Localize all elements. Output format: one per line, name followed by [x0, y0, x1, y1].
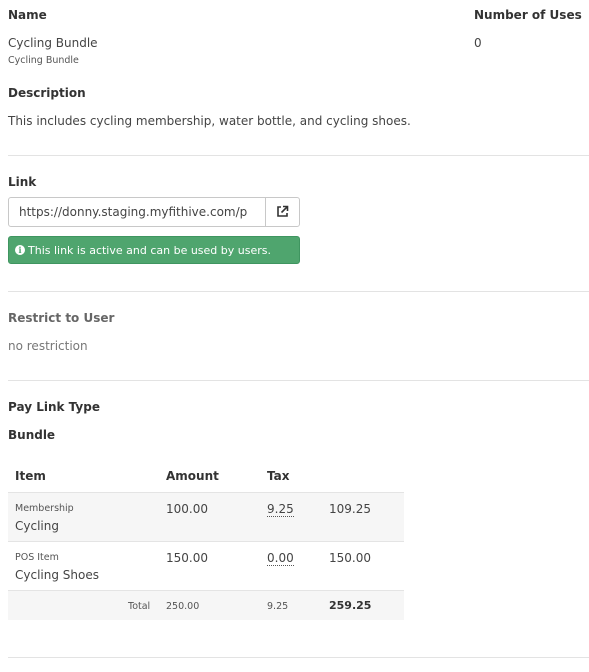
item-total: 109.25 [329, 502, 371, 516]
item-tax[interactable]: 9.25 [267, 502, 294, 517]
number-of-uses-value: 0 [474, 36, 482, 50]
open-link-button[interactable] [265, 198, 299, 226]
divider [8, 291, 589, 292]
restrict-to-user-label: Restrict to User [8, 311, 115, 325]
total-amount: 250.00 [166, 601, 200, 612]
restrict-to-user-value: no restriction [8, 339, 88, 353]
item-category: Membership [15, 503, 74, 514]
table-row: Membership Cycling 100.00 9.25 109.25 [8, 492, 404, 541]
link-input-group [8, 197, 300, 227]
table-footer-row: Total 250.00 9.25 259.25 [8, 590, 404, 620]
link-url-input[interactable] [9, 198, 266, 226]
name-value: Cycling Bundle [8, 36, 98, 50]
item-amount: 150.00 [166, 551, 208, 565]
table-row: POS Item Cycling Shoes 150.00 0.00 150.0… [8, 541, 404, 590]
divider [8, 657, 589, 658]
column-header-item: Item [15, 469, 46, 483]
description-value: This includes cycling membership, water … [8, 114, 411, 128]
link-status-alert: i This link is active and can be used by… [8, 236, 300, 264]
description-label: Description [8, 86, 86, 100]
total-tax: 9.25 [267, 601, 289, 612]
total-label: Total [128, 601, 151, 612]
column-header-amount: Amount [166, 469, 219, 483]
divider [8, 380, 589, 381]
name-label: Name [8, 8, 47, 22]
external-link-icon [276, 203, 289, 222]
info-icon: i [15, 245, 25, 255]
column-header-tax: Tax [267, 469, 290, 483]
name-subtitle: Cycling Bundle [8, 55, 79, 66]
item-amount: 100.00 [166, 502, 208, 516]
item-name: Cycling [15, 519, 59, 533]
pay-link-type-label: Pay Link Type [8, 400, 100, 414]
item-name: Cycling Shoes [15, 568, 99, 582]
number-of-uses-label: Number of Uses [474, 8, 582, 22]
table-header-row: Item Amount Tax [8, 461, 404, 492]
link-status-text: This link is active and can be used by u… [28, 243, 271, 257]
item-category: POS Item [15, 552, 59, 563]
item-tax[interactable]: 0.00 [267, 551, 294, 566]
item-total: 150.00 [329, 551, 371, 565]
link-label: Link [8, 175, 37, 189]
pay-link-type-value: Bundle [8, 428, 56, 442]
grand-total: 259.25 [329, 599, 372, 612]
divider [8, 155, 589, 156]
